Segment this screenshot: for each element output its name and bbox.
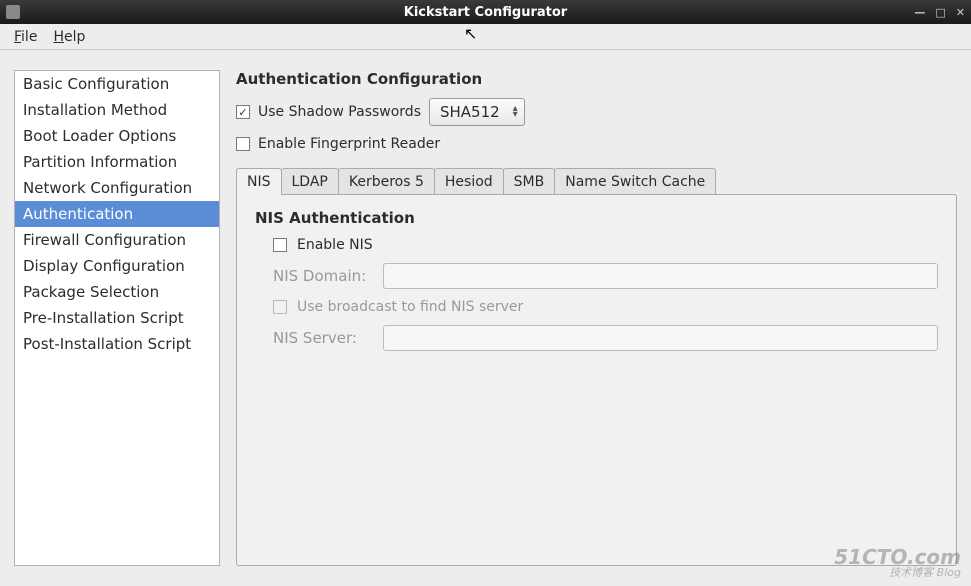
sidebar-item-firewall[interactable]: Firewall Configuration [15, 227, 219, 253]
window-controls: — □ ✕ [914, 6, 965, 19]
enable-fingerprint-checkbox[interactable] [236, 137, 250, 151]
tab-hesiod[interactable]: Hesiod [434, 168, 504, 195]
row-shadow-passwords: Use Shadow Passwords SHA512 ▴▾ [236, 98, 957, 126]
close-button[interactable]: ✕ [956, 6, 965, 19]
menu-help[interactable]: Help [45, 26, 93, 48]
nis-broadcast-checkbox[interactable] [273, 300, 287, 314]
menu-file[interactable]: File [6, 26, 45, 48]
hash-algo-select[interactable]: SHA512 ▴▾ [429, 98, 525, 126]
tab-name-switch-cache[interactable]: Name Switch Cache [554, 168, 716, 195]
tab-smb[interactable]: SMB [503, 168, 556, 195]
sidebar-item-install-method[interactable]: Installation Method [15, 97, 219, 123]
nis-server-input[interactable] [383, 325, 938, 351]
tab-panel-nis: NIS Authentication Enable NIS NIS Domain… [236, 194, 957, 566]
row-fingerprint: Enable Fingerprint Reader [236, 136, 957, 152]
main-panel: Authentication Configuration Use Shadow … [236, 70, 957, 566]
watermark: 51CTO.com 技术博客 Blog [834, 547, 961, 578]
window-title: Kickstart Configurator [404, 5, 567, 20]
enable-nis-checkbox[interactable] [273, 238, 287, 252]
nis-domain-label: NIS Domain: [273, 267, 373, 285]
maximize-button[interactable]: □ [935, 6, 945, 19]
minimize-button[interactable]: — [914, 6, 925, 19]
sidebar-item-partition[interactable]: Partition Information [15, 149, 219, 175]
content-area: Basic Configuration Installation Method … [0, 50, 971, 586]
sidebar-item-boot-loader[interactable]: Boot Loader Options [15, 123, 219, 149]
sidebar-item-network[interactable]: Network Configuration [15, 175, 219, 201]
sidebar: Basic Configuration Installation Method … [14, 70, 220, 566]
nis-section-title: NIS Authentication [255, 209, 938, 227]
nis-server-label: NIS Server: [273, 329, 373, 347]
enable-nis-label: Enable NIS [297, 237, 373, 253]
sidebar-item-packages[interactable]: Package Selection [15, 279, 219, 305]
use-shadow-checkbox[interactable] [236, 105, 250, 119]
sidebar-item-authentication[interactable]: Authentication [15, 201, 219, 227]
tab-ldap[interactable]: LDAP [281, 168, 339, 195]
titlebar: Kickstart Configurator — □ ✕ [0, 0, 971, 24]
row-enable-nis: Enable NIS [255, 237, 938, 253]
row-nis-broadcast: Use broadcast to find NIS server [255, 299, 938, 315]
enable-fingerprint-label: Enable Fingerprint Reader [258, 136, 440, 152]
sidebar-item-post-install[interactable]: Post-Installation Script [15, 331, 219, 357]
sidebar-item-display[interactable]: Display Configuration [15, 253, 219, 279]
page-title: Authentication Configuration [236, 70, 957, 88]
tab-nis[interactable]: NIS [236, 168, 282, 195]
row-nis-server: NIS Server: [255, 325, 938, 351]
nis-domain-input[interactable] [383, 263, 938, 289]
spin-icon: ▴▾ [513, 106, 518, 118]
tab-kerberos[interactable]: Kerberos 5 [338, 168, 435, 195]
nis-broadcast-label: Use broadcast to find NIS server [297, 299, 523, 315]
menubar: File Help [0, 24, 971, 50]
tabs: NIS LDAP Kerberos 5 Hesiod SMB Name Swit… [236, 168, 957, 195]
app-icon [6, 5, 20, 19]
use-shadow-label: Use Shadow Passwords [258, 104, 421, 120]
sidebar-item-pre-install[interactable]: Pre-Installation Script [15, 305, 219, 331]
hash-algo-value: SHA512 [440, 103, 500, 121]
row-nis-domain: NIS Domain: [255, 263, 938, 289]
sidebar-item-basic[interactable]: Basic Configuration [15, 71, 219, 97]
